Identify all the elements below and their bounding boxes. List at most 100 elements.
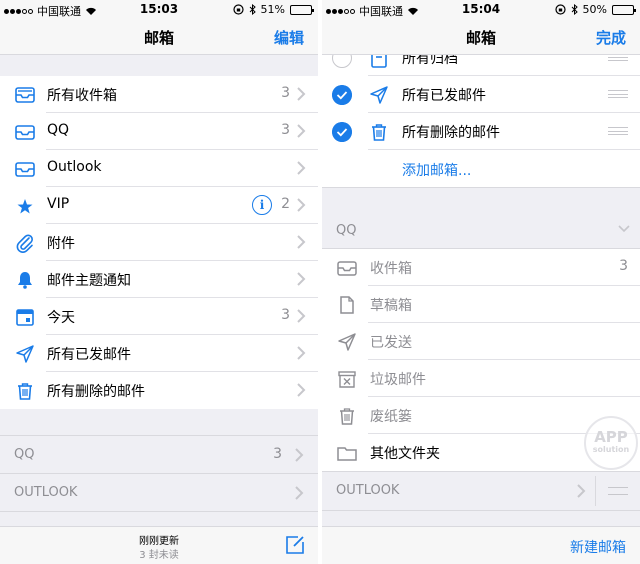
chevron-right-icon bbox=[295, 486, 304, 500]
star-icon bbox=[17, 199, 33, 214]
document-icon bbox=[340, 296, 354, 314]
status-bar: 中国联通 15:04 50% bbox=[322, 0, 640, 19]
section-label: QQ bbox=[336, 223, 357, 238]
section-header-qq[interactable]: QQ bbox=[322, 212, 640, 249]
chevron-right-icon bbox=[297, 272, 306, 286]
mailboxes-screen: 中国联通 15:03 51% 邮箱 编辑 所有收件箱 3 QQ 3 Outloo… bbox=[0, 0, 318, 564]
account-label: QQ bbox=[14, 447, 35, 462]
chevron-right-icon bbox=[295, 448, 304, 462]
edit-mailbox-list: 所有归档 所有已发邮件 所有删除的邮件 添加邮箱... bbox=[322, 39, 640, 187]
edit-button[interactable]: 编辑 bbox=[274, 27, 304, 48]
edit-item-label: 所有删除的邮件 bbox=[402, 125, 500, 141]
mailbox-label: VIP bbox=[47, 196, 70, 212]
section-header-outlook[interactable]: OUTLOOK bbox=[322, 472, 640, 510]
folder-row-sent[interactable]: 已发送 bbox=[322, 323, 640, 360]
mailbox-row-thread-notifications[interactable]: 邮件主题通知 bbox=[0, 261, 318, 298]
calendar-icon bbox=[16, 309, 34, 326]
unread-count: 3 封未读 bbox=[139, 550, 179, 561]
mailbox-label: QQ bbox=[47, 122, 70, 138]
battery-icon bbox=[612, 4, 636, 15]
mailbox-row-all-sent[interactable]: 所有已发邮件 bbox=[0, 335, 318, 372]
info-icon[interactable]: i bbox=[252, 195, 272, 215]
chevron-right-icon bbox=[577, 484, 586, 498]
page-title: 邮箱 bbox=[465, 29, 496, 47]
tray-icon bbox=[15, 162, 35, 177]
orientation-lock-icon bbox=[232, 4, 244, 15]
account-row-outlook[interactable]: OUTLOOK bbox=[0, 474, 318, 511]
mailbox-label: 所有已发邮件 bbox=[47, 347, 131, 363]
folder-label: 垃圾邮件 bbox=[370, 372, 426, 388]
page-title: 邮箱 bbox=[143, 29, 174, 47]
battery-percent: 50% bbox=[582, 3, 607, 16]
paper-plane-icon bbox=[16, 345, 34, 363]
folder-row-inbox[interactable]: 收件箱 3 bbox=[322, 249, 640, 286]
chevron-right-icon bbox=[297, 309, 306, 323]
edit-item-label: 所有已发邮件 bbox=[402, 88, 486, 104]
mailbox-count: 3 bbox=[281, 307, 290, 323]
folder-label: 草稿箱 bbox=[370, 298, 412, 314]
chevron-right-icon bbox=[297, 383, 306, 397]
compose-icon[interactable] bbox=[284, 534, 306, 556]
folder-label: 废纸篓 bbox=[370, 409, 412, 425]
mailbox-label: Outlook bbox=[47, 159, 102, 175]
bottom-toolbar: 新建邮箱 bbox=[322, 526, 640, 564]
chevron-down-icon bbox=[618, 225, 630, 233]
account-count: 3 bbox=[273, 446, 282, 462]
chevron-right-icon bbox=[297, 161, 306, 175]
mailbox-label: 附件 bbox=[47, 236, 75, 252]
paper-plane-icon bbox=[338, 333, 356, 351]
mailbox-count: 3 bbox=[281, 85, 290, 101]
reorder-handle-icon[interactable] bbox=[608, 487, 628, 495]
mailbox-row-attachments[interactable]: 附件 bbox=[0, 224, 318, 261]
mailbox-list: 所有收件箱 3 QQ 3 Outlook VIP i 2 附件 邮件主题通知 今… bbox=[0, 76, 318, 409]
mailbox-row-vip[interactable]: VIP i 2 bbox=[0, 187, 318, 224]
folder-icon bbox=[337, 447, 357, 461]
checkbox-checked-icon[interactable] bbox=[332, 85, 352, 105]
paper-plane-icon bbox=[370, 86, 388, 104]
reorder-handle-icon[interactable] bbox=[608, 90, 628, 98]
edit-row-all-trash[interactable]: 所有删除的邮件 bbox=[322, 113, 640, 150]
bell-icon bbox=[18, 272, 32, 289]
update-status: 刚刚更新 bbox=[139, 536, 179, 547]
tray-icon bbox=[15, 125, 35, 140]
mailbox-row-all-trash[interactable]: 所有删除的邮件 bbox=[0, 372, 318, 409]
folder-label: 已发送 bbox=[370, 335, 412, 351]
bluetooth-icon bbox=[249, 4, 256, 15]
trash-icon bbox=[372, 124, 386, 141]
app-solution-watermark: APP solution bbox=[584, 416, 638, 470]
chevron-right-icon bbox=[297, 124, 306, 138]
edit-row-all-sent[interactable]: 所有已发邮件 bbox=[322, 76, 640, 113]
paperclip-icon bbox=[16, 234, 33, 253]
mailbox-label: 所有收件箱 bbox=[47, 88, 117, 104]
mailbox-row-outlook[interactable]: Outlook bbox=[0, 150, 318, 187]
battery-percent: 51% bbox=[260, 3, 285, 16]
done-button[interactable]: 完成 bbox=[596, 27, 626, 48]
tray-icon bbox=[337, 261, 357, 276]
status-bar: 中国联通 15:03 51% bbox=[0, 0, 318, 19]
folder-row-junk[interactable]: 垃圾邮件 bbox=[322, 360, 640, 397]
add-mailbox-label: 添加邮箱... bbox=[402, 163, 472, 179]
mailbox-row-today[interactable]: 今天 3 bbox=[0, 298, 318, 335]
mailbox-count: 3 bbox=[281, 122, 290, 138]
trash-icon bbox=[340, 408, 354, 425]
folder-count: 3 bbox=[619, 258, 628, 274]
mailbox-label: 所有删除的邮件 bbox=[47, 384, 145, 400]
mailbox-row-all-inboxes[interactable]: 所有收件箱 3 bbox=[0, 76, 318, 113]
reorder-handle-icon[interactable] bbox=[608, 127, 628, 135]
account-row-qq[interactable]: QQ 3 bbox=[0, 436, 318, 473]
mailbox-count: 2 bbox=[281, 196, 290, 212]
new-mailbox-button[interactable]: 新建邮箱 bbox=[570, 537, 626, 557]
folder-row-drafts[interactable]: 草稿箱 bbox=[322, 286, 640, 323]
mailbox-row-qq[interactable]: QQ 3 bbox=[0, 113, 318, 150]
mailboxes-edit-screen: 中国联通 15:04 50% 所有归档 所有已发邮件 所有删除的邮件 添加邮箱.… bbox=[322, 0, 640, 564]
chevron-right-icon bbox=[297, 87, 306, 101]
folder-label: 收件箱 bbox=[370, 261, 412, 277]
mailbox-label: 邮件主题通知 bbox=[47, 273, 131, 289]
bottom-toolbar: 刚刚更新 3 封未读 bbox=[0, 526, 318, 564]
chevron-right-icon bbox=[297, 198, 306, 212]
mailbox-label: 今天 bbox=[47, 310, 75, 326]
checkbox-checked-icon[interactable] bbox=[332, 122, 352, 142]
add-mailbox-button[interactable]: 添加邮箱... bbox=[322, 150, 640, 187]
nav-bar: 邮箱 编辑 bbox=[0, 19, 318, 55]
folder-label: 其他文件夹 bbox=[370, 446, 440, 462]
